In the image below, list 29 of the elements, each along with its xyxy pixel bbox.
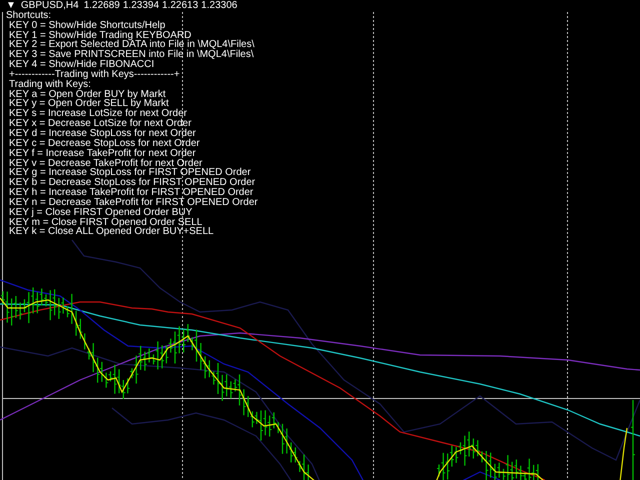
shortcut-line: KEY j = Close FIRST Opened Order BUY (8, 208, 194, 218)
shortcut-line: KEY 0 = Show/Hide Shortcuts/Help (8, 20, 166, 31)
shortcut-line: KEY b = Decrease StopLoss for FIRST OPENED Order (8, 178, 256, 188)
price-value: 1.22613 (162, 1, 198, 11)
price-value: 1.23306 (201, 1, 238, 11)
shortcut-line: KEY 3 = Save PRINTSCREEN into File in \MQL4\Files\ (8, 50, 255, 60)
shortcut-line: KEY s = Increase LotSize for next Order (8, 109, 187, 120)
shortcut-line: KEY c = Decrease StopLoss for next Order (8, 138, 201, 149)
shortcut-line: KEY n = Decrease TakeProfit for FIRST OPENED Order (8, 198, 259, 208)
shortcut-line: Trading with Keys: (8, 80, 91, 90)
shortcut-line: +------------Trading with Keys------------+ (8, 70, 181, 80)
shortcut-line: KEY a = Open Order BUY by Markt (8, 90, 166, 100)
shortcut-line: KEY y = Open Order SELL by Markt (8, 99, 169, 110)
shortcut-line: KEY d = Increase StopLoss for next Order (8, 128, 196, 139)
help-title: Shortcuts: (6, 10, 52, 21)
price-value: 1.22689 (84, 1, 120, 11)
shortcut-line: KEY 2 = Export Selected DATA into File in \MQL4\Files\ (8, 40, 256, 50)
shortcut-line: KEY m = Close FIRST Opened Order SELL (8, 218, 202, 228)
shortcut-line: KEY 4 = Show/Hide FIBONACCI (8, 60, 154, 70)
collapse-toggle[interactable]: ▼ (6, 1, 16, 11)
shortcut-line: KEY h = Increase TakeProfit for FIRST OPENED Order (8, 188, 254, 198)
shortcut-line: KEY g = Increase StopLoss for FIRST OPENED Order (8, 168, 251, 178)
symbol-label: GBPUSD,H4 (20, 1, 79, 11)
price-value: 1.23394 (122, 1, 160, 11)
shortcut-line: KEY x = Decrease LotSize for next Order (8, 119, 192, 129)
shortcut-line: KEY v = Decrease TakeProfit for next Order (8, 158, 202, 168)
shortcut-line: KEY k = Close ALL Opened Order BUY+SELL (8, 227, 215, 238)
shortcut-line: KEY 1 = Show/Hide Trading KEYBOARD (8, 30, 192, 40)
shortcut-line: KEY f = Increase TakeProfit for next Order (8, 148, 196, 158)
